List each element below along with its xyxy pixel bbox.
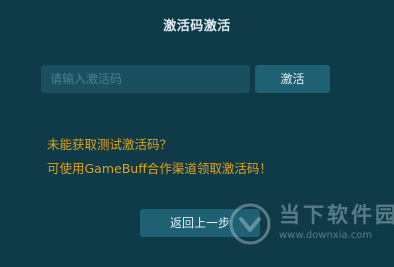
watermark-site-name: 当下软件园 <box>279 203 394 227</box>
activation-code-input[interactable] <box>41 65 250 93</box>
hint-text-line-2: 可使用GameBuff合作渠道领取激活码！ <box>47 161 272 176</box>
dialog-title: 激活码激活 <box>163 19 231 34</box>
downxia-logo-icon <box>229 203 271 245</box>
activate-button[interactable]: 激活 <box>255 65 330 93</box>
watermark: 当下软件园 www.downxia.com <box>229 199 394 251</box>
hint-text-line-1: 未能获取测试激活码？ <box>47 137 173 152</box>
watermark-site-url: www.downxia.com <box>279 230 373 241</box>
